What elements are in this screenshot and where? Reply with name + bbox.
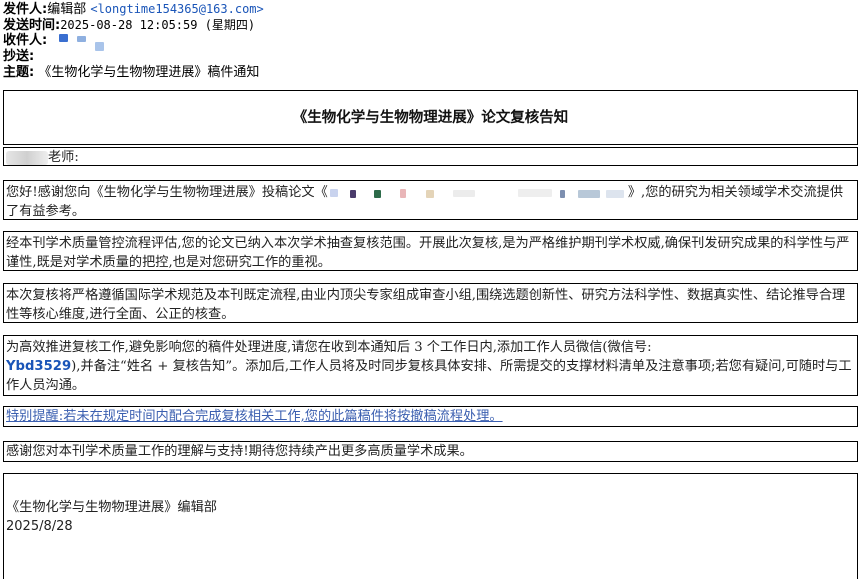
signature-org: 《生物化学与生物物理进展》编辑部 — [6, 500, 217, 515]
signature-date: 2025/8/28 — [6, 519, 73, 534]
to-label: 收件人: — [3, 33, 48, 48]
from-email-link[interactable]: <longtime154365@163.com> — [90, 2, 263, 16]
from-name: 编辑部 — [47, 2, 87, 17]
notice-title-box: 《生物化学与生物物理进展》论文复核告知 — [3, 90, 858, 145]
redacted-paper-title — [328, 187, 628, 199]
from-row: 发件人:编辑部 <longtime154365@163.com> — [3, 1, 264, 17]
from-label: 发件人: — [3, 2, 48, 17]
paragraph-intro: 您好!感谢您向《生物化学与生物物理进展》投稿论文《 》,您的研究为相关领域学术交… — [3, 180, 858, 220]
subject-label: 主题: — [3, 65, 35, 80]
subject-value: 《生物化学与生物物理进展》稿件通知 — [38, 65, 260, 80]
contact-text-start: 为高效推进复核工作,避免影响您的稿件处理进度,请您在收到本通知后 3 个工作日内… — [6, 340, 652, 355]
review-process-text: 本次复核将严格遵循国际学术规范及本刊既定流程,由业内顶尖专家组成审查小组,围绕选… — [6, 288, 846, 322]
sent-value: 2025-08-28 12:05:59 (星期四) — [60, 18, 256, 32]
sent-row: 发送时间:2025-08-28 12:05:59 (星期四) — [3, 17, 264, 33]
paragraph-contact: 为高效推进复核工作,避免影响您的稿件处理进度,请您在收到本通知后 3 个工作日内… — [3, 335, 858, 396]
greeting-box: 老师: — [3, 147, 858, 166]
paragraph-review-scope: 经本刊学术质量管控流程评估,您的论文已纳入本次学术抽查复核范围。开展此次复核,是… — [3, 231, 858, 271]
email-header: 发件人:编辑部 <longtime154365@163.com> 发送时间:20… — [3, 1, 264, 81]
to-row: 收件人: — [3, 33, 264, 51]
review-scope-text: 经本刊学术质量管控流程评估,您的论文已纳入本次学术抽查复核范围。开展此次复核,是… — [6, 236, 850, 270]
paragraph-warning: 特别提醒:若未在规定时间内配合完成复核相关工作,您的此篇稿件将按撤稿流程处理。 — [3, 406, 858, 427]
intro-text-start: 您好!感谢您向《生物化学与生物物理进展》投稿论文《 — [6, 185, 328, 200]
contact-text-end: ),并备注“姓名 + 复核告知”。添加后,工作人员将及时同步复核具体安排、所需提… — [6, 359, 852, 393]
redacted-name — [6, 150, 48, 165]
redacted-recipient — [51, 33, 111, 51]
warning-link[interactable]: 特别提醒:若未在规定时间内配合完成复核相关工作,您的此篇稿件将按撤稿流程处理。 — [6, 409, 503, 424]
thanks-text: 感谢您对本刊学术质量工作的理解与支持!期待您持续产出更多高质量学术成果。 — [6, 444, 473, 459]
paragraph-review-process: 本次复核将严格遵循国际学术规范及本刊既定流程,由业内顶尖专家组成审查小组,围绕选… — [3, 283, 858, 323]
subject-row: 主题: 《生物化学与生物物理进展》稿件通知 — [3, 65, 264, 81]
paragraph-thanks: 感谢您对本刊学术质量工作的理解与支持!期待您持续产出更多高质量学术成果。 — [3, 441, 858, 462]
cc-label: 抄送: — [3, 49, 35, 64]
greeting-text: 老师: — [48, 150, 79, 165]
notice-title: 《生物化学与生物物理进展》论文复核告知 — [292, 109, 569, 126]
sent-label: 发送时间: — [3, 18, 61, 33]
signature-box: 《生物化学与生物物理进展》编辑部 2025/8/28 — [3, 473, 858, 579]
wechat-id[interactable]: Ybd3529 — [6, 359, 71, 374]
cc-row: 抄送: — [3, 49, 264, 65]
